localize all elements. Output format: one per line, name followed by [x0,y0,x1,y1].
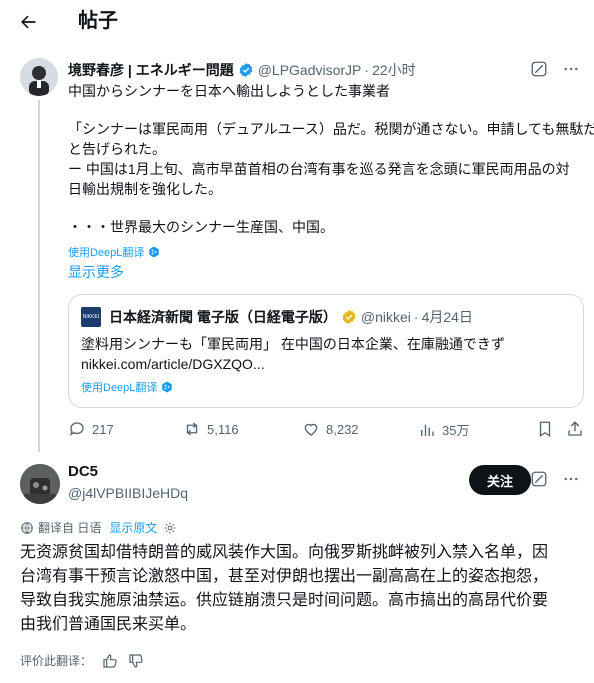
rate-translation-row: 评价此翻译： [20,652,144,669]
translate-icon [20,521,34,535]
show-original-link[interactable]: 显示原文 [109,519,157,536]
post-text-line: ・・・世界最大のシンナー生産国、中国。 [68,219,334,235]
like-count: 8,232 [326,421,359,437]
translated-from-label: 翻译自 日语 [38,521,102,535]
more-icon[interactable] [562,470,580,493]
header: 帖子 [0,0,594,44]
verified-badge-icon [238,62,254,78]
like-button[interactable]: 8,232 [302,420,359,438]
translate-label: 使用DeepL翻译 [68,247,145,259]
views-count: 35万 [442,423,470,438]
quoted-post-card[interactable]: NIKKEI 日本経済新聞 電子版（日経電子版） @nikkei · 4月24日… [68,294,584,408]
reply-button[interactable]: 217 [68,420,114,438]
quoted-author-row: NIKKEI 日本経済新聞 電子版（日経電子版） @nikkei · 4月24日 [81,307,473,327]
avatar[interactable] [20,58,58,96]
reply-text-line: 由我们普通国民来买单。 [20,616,197,633]
translate-label: 使用DeepL翻译 [81,382,158,394]
thread-line [38,100,40,452]
quoted-author-name: 日本経済新聞 電子版（日経電子版） [109,309,337,325]
deepl-icon [161,381,173,393]
action-bar: 217 5,116 8,232 35万 [68,420,584,442]
post-text-line: ー 中国は1月上旬、高市早苗首相の台湾有事を巡る発言を念頭に軍民両用品の対 [68,161,570,177]
nikkei-logo: NIKKEI [81,307,101,327]
views-icon [421,424,434,436]
reply-text-line: 台湾有事干预言论激怒中国，甚至对伊朗也摆出一副高高在上的姿态抱怨， [20,568,549,585]
deepl-translate-link[interactable]: 使用DeepL翻译 [81,379,173,395]
reply-count: 217 [92,421,114,437]
post-text-line: と告げられた。 [68,141,166,157]
quoted-date: 4月24日 [421,309,473,325]
share-icon [568,421,582,436]
translation-info-row: 翻译自 日语 显示原文 [20,519,177,536]
reply-icon [69,422,84,436]
bookmark-icon [539,421,551,438]
quoted-text: 塗料用シンナーも「軍民両用」 在中国の日本企業、在庫融通できず [81,336,505,352]
post-text-line: 日輸出規制を強化した。 [68,181,222,197]
post-time[interactable]: 22小时 [372,60,416,80]
arrow-left-icon [21,15,36,29]
back-button[interactable] [12,6,44,38]
repost-icon [186,422,198,436]
post-text-line: 「シンナーは軍民両用（デュアルユース）品だ。税関が通さない。申請しても無駄だ」 [68,121,594,137]
separator-dot: · [413,309,419,325]
show-more-link[interactable]: 显示更多 [68,262,124,282]
post-handle[interactable]: @LPGadvisorJP [258,62,362,78]
post-author-name[interactable]: 境野春彦 | エネルギー問題 [68,60,234,80]
grok-icon[interactable] [530,60,548,83]
heart-icon [304,423,318,436]
thumbs-down-icon[interactable] [128,653,144,669]
repost-button[interactable]: 5,116 [183,420,239,438]
bookmark-button[interactable] [536,420,554,438]
views-button[interactable]: 35万 [418,420,469,439]
post-text-line: 中国からシンナーを日本へ輸出しようとした事業者 [68,83,390,99]
reply-text-line: 导致自我实施原油禁运。供应链崩溃只是时间问题。高市搞出的高昂代价要 [20,592,549,609]
reply-top-actions [530,470,580,493]
quoted-handle: @nikkei [360,309,411,325]
grok-icon[interactable] [530,470,548,493]
post-top-actions [530,60,580,83]
verified-badge-icon [341,309,357,325]
rate-label: 评价此翻译： [20,654,93,668]
post-author-row: 境野春彦 | エネルギー問題 @LPGadvisorJP · 22小时 [68,60,416,80]
reply-text-line: 无资源贫国却借特朗普的威风装作大国。向俄罗斯挑衅被列入禁入名单，因 [20,544,549,561]
follow-button[interactable]: 关注 [469,465,531,495]
repost-count: 5,116 [207,421,239,437]
thumbs-up-icon[interactable] [102,653,118,669]
page-title: 帖子 [78,10,118,32]
deepl-translate-link[interactable]: 使用DeepL翻译 [68,244,160,260]
reply-author-name[interactable]: DC5 [68,463,98,480]
separator-dot: · [364,62,370,78]
avatar[interactable] [20,464,60,504]
more-icon[interactable] [562,60,580,83]
gear-icon[interactable] [163,521,177,535]
quoted-link[interactable]: nikkei.com/article/DGXZQO... [81,355,265,374]
deepl-icon [148,246,160,258]
share-button[interactable] [566,420,584,438]
reply-handle[interactable]: @j4lVPBIIBIJeHDq [68,485,188,501]
